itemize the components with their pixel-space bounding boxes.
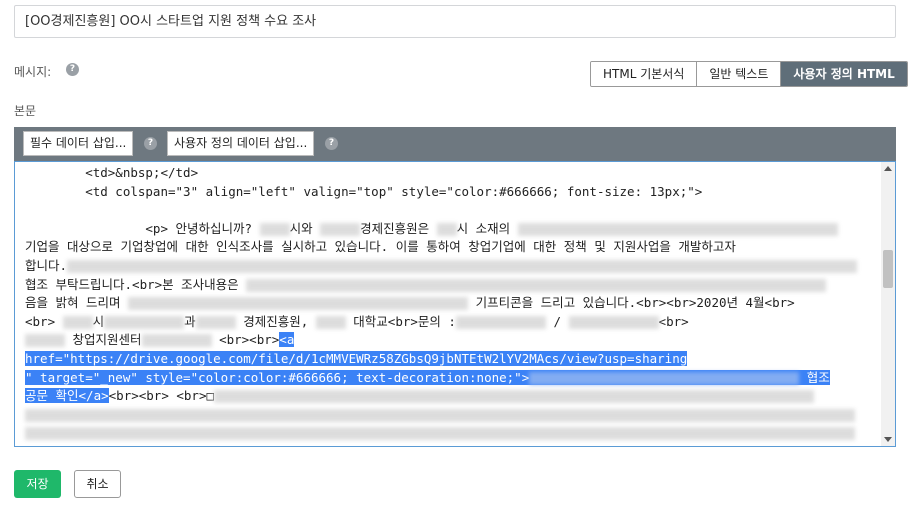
- editor-toolbar: 필수 데이터 삽입... ? 사용자 정의 데이터 삽입... ?: [14, 127, 896, 161]
- code-line: 기업을 대상으로 기업창업에 대한 인식조사를 실시하고 있습니다. 이를 통하…: [25, 239, 736, 255]
- tab-plain-text[interactable]: 일반 텍스트: [697, 62, 782, 86]
- tab-html-basic[interactable]: HTML 기본서식: [591, 62, 698, 86]
- code-line: <td>&nbsp;</td>: [25, 165, 199, 180]
- code-line: [25, 424, 877, 443]
- editor-scrollbar[interactable]: [881, 162, 895, 446]
- insert-custom-data-button[interactable]: 사용자 정의 데이터 삽입...: [167, 131, 315, 156]
- message-help-icon[interactable]: ?: [66, 63, 79, 76]
- code-line: <td colspan="3" align="left" valign="top…: [25, 183, 703, 199]
- mode-toggle-group: HTML 기본서식 일반 텍스트 사용자 정의 HTML: [590, 61, 908, 87]
- code-line: [25, 406, 877, 425]
- scroll-thumb[interactable]: [883, 250, 893, 288]
- custom-data-help-icon[interactable]: ?: [325, 137, 338, 150]
- cancel-button[interactable]: 취소: [74, 470, 121, 498]
- scroll-down-arrow-icon[interactable]: [884, 437, 892, 442]
- code-line: 음을 밝혀 드리며 기프티콘을 드리고 있습니다.<br><br>2020년 4…: [25, 295, 795, 311]
- html-code-editor[interactable]: <td>&nbsp;</td> <td colspan="3" align="l…: [14, 161, 896, 447]
- code-line: 공문 확인</a><br><br> <br>□: [25, 387, 877, 406]
- subject-input[interactable]: [OO경제진흥원] OO시 스타트업 지원 정책 수요 조사: [14, 5, 896, 38]
- code-line: <br> 시과 경제진흥원, 대학교<br>문의 : / <br>: [25, 313, 689, 329]
- tab-custom-html[interactable]: 사용자 정의 HTML: [781, 62, 907, 86]
- code-line: 합니다.: [25, 257, 877, 276]
- code-line: <p> 안녕하십니까? 시와 경제진흥원은 시 소재의: [25, 220, 877, 239]
- required-data-help-icon[interactable]: ?: [144, 137, 157, 150]
- code-line: 협조 부탁드립니다.<br>본 조사내용은: [25, 276, 877, 295]
- code-line: 창업지원센터 <br><br><a: [25, 331, 877, 350]
- message-label: 메시지:: [14, 65, 52, 79]
- code-line: " target="_new" style="color:color:#6666…: [25, 369, 830, 385]
- code-line: href="https://drive.google.com/file/d/1c…: [25, 350, 688, 366]
- body-label: 본문: [14, 104, 37, 118]
- save-button[interactable]: 저장: [14, 470, 61, 498]
- scroll-up-arrow-icon[interactable]: [884, 166, 892, 171]
- insert-required-data-button[interactable]: 필수 데이터 삽입...: [23, 131, 134, 156]
